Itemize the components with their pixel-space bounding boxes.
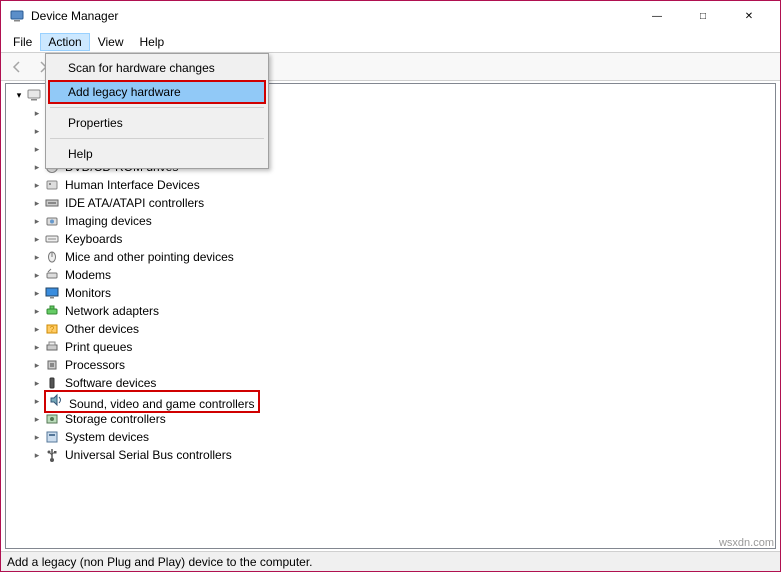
expand-icon[interactable] bbox=[30, 232, 44, 246]
menu-separator bbox=[50, 107, 264, 108]
tree-item-label: Sound, video and game controllers bbox=[67, 396, 256, 412]
expand-icon[interactable] bbox=[30, 178, 44, 192]
tree-item-other[interactable]: ? Other devices bbox=[12, 320, 773, 338]
expand-icon[interactable] bbox=[30, 250, 44, 264]
mouse-icon bbox=[44, 249, 60, 265]
tree-item-label: IDE ATA/ATAPI controllers bbox=[63, 195, 206, 211]
expand-icon[interactable] bbox=[30, 106, 44, 120]
ide-icon bbox=[44, 195, 60, 211]
tree-item-network[interactable]: Network adapters bbox=[12, 302, 773, 320]
maximize-button[interactable]: □ bbox=[680, 1, 726, 31]
tree-item-monitor[interactable]: Monitors bbox=[12, 284, 773, 302]
tree-item-imaging[interactable]: Imaging devices bbox=[12, 212, 773, 230]
window-title: Device Manager bbox=[31, 9, 634, 23]
printer-icon bbox=[44, 339, 60, 355]
tree-item-usb[interactable]: Universal Serial Bus controllers bbox=[12, 446, 773, 464]
tree-item-sound[interactable]: Sound, video and game controllers bbox=[12, 392, 773, 410]
system-icon bbox=[44, 429, 60, 445]
tree-item-label: Other devices bbox=[63, 321, 141, 337]
menubar: File Action View Help bbox=[1, 31, 780, 53]
tree-item-label: Print queues bbox=[63, 339, 134, 355]
tree-item-label: Universal Serial Bus controllers bbox=[63, 447, 234, 463]
tree-item-label: Keyboards bbox=[63, 231, 124, 247]
menu-action[interactable]: Action bbox=[40, 33, 89, 51]
titlebar: Device Manager — □ ✕ bbox=[1, 1, 780, 31]
expand-icon[interactable] bbox=[30, 304, 44, 318]
menu-add-legacy-hardware[interactable]: Add legacy hardware bbox=[48, 80, 266, 104]
expand-icon[interactable] bbox=[30, 196, 44, 210]
action-dropdown: Scan for hardware changes Add legacy har… bbox=[45, 53, 269, 169]
svg-text:?: ? bbox=[50, 325, 55, 334]
expand-icon[interactable] bbox=[30, 124, 44, 138]
menu-view[interactable]: View bbox=[90, 33, 132, 51]
cpu-icon bbox=[44, 357, 60, 373]
highlight-sound: Sound, video and game controllers bbox=[44, 390, 260, 413]
hid-icon bbox=[44, 177, 60, 193]
menu-scan-hardware[interactable]: Scan for hardware changes bbox=[48, 56, 266, 80]
menu-properties[interactable]: Properties bbox=[48, 111, 266, 135]
keyboard-icon bbox=[44, 231, 60, 247]
status-text: Add a legacy (non Plug and Play) device … bbox=[7, 555, 313, 569]
computer-root-icon bbox=[26, 87, 42, 103]
tree-item-label: Modems bbox=[63, 267, 113, 283]
tree-item-ide[interactable]: IDE ATA/ATAPI controllers bbox=[12, 194, 773, 212]
tree-item-keyboard[interactable]: Keyboards bbox=[12, 230, 773, 248]
expand-icon[interactable] bbox=[30, 412, 44, 426]
expand-icon[interactable] bbox=[30, 160, 44, 174]
close-button[interactable]: ✕ bbox=[726, 1, 772, 31]
imaging-icon bbox=[44, 213, 60, 229]
minimize-button[interactable]: — bbox=[634, 1, 680, 31]
tree-item-label: Network adapters bbox=[63, 303, 161, 319]
tree-item-label: Processors bbox=[63, 357, 127, 373]
tree-item-label: Imaging devices bbox=[63, 213, 154, 229]
expand-icon[interactable] bbox=[30, 268, 44, 282]
tree-item-label: Mice and other pointing devices bbox=[63, 249, 236, 265]
menu-file[interactable]: File bbox=[5, 33, 40, 51]
expand-icon[interactable] bbox=[30, 322, 44, 336]
tree-item-cpu[interactable]: Processors bbox=[12, 356, 773, 374]
tree-item-hid[interactable]: Human Interface Devices bbox=[12, 176, 773, 194]
menu-help[interactable]: Help bbox=[132, 33, 173, 51]
monitor-icon bbox=[44, 285, 60, 301]
menu-separator bbox=[50, 138, 264, 139]
tree-item-printer[interactable]: Print queues bbox=[12, 338, 773, 356]
tree-item-mouse[interactable]: Mice and other pointing devices bbox=[12, 248, 773, 266]
expand-icon[interactable] bbox=[30, 394, 44, 408]
statusbar: Add a legacy (non Plug and Play) device … bbox=[1, 551, 780, 571]
app-icon bbox=[9, 8, 25, 24]
back-button[interactable] bbox=[5, 56, 29, 78]
expand-icon[interactable] bbox=[30, 376, 44, 390]
usb-icon bbox=[44, 447, 60, 463]
menu-help[interactable]: Help bbox=[48, 142, 266, 166]
tree-item-label: System devices bbox=[63, 429, 151, 445]
window-controls: — □ ✕ bbox=[634, 1, 772, 31]
tree-item-label: Monitors bbox=[63, 285, 113, 301]
expand-icon[interactable] bbox=[30, 286, 44, 300]
tree-item-label: Human Interface Devices bbox=[63, 177, 202, 193]
expand-icon[interactable] bbox=[30, 448, 44, 462]
expand-icon[interactable] bbox=[30, 214, 44, 228]
tree-item-modem[interactable]: Modems bbox=[12, 266, 773, 284]
network-icon bbox=[44, 303, 60, 319]
expand-icon[interactable] bbox=[30, 358, 44, 372]
modem-icon bbox=[44, 267, 60, 283]
other-icon: ? bbox=[44, 321, 60, 337]
expand-icon[interactable] bbox=[30, 340, 44, 354]
tree-item-storage[interactable]: Storage controllers bbox=[12, 410, 773, 428]
expand-icon[interactable] bbox=[30, 142, 44, 156]
tree-item-label: Storage controllers bbox=[63, 411, 168, 427]
watermark: wsxdn.com bbox=[719, 537, 774, 549]
expand-icon[interactable] bbox=[12, 88, 26, 102]
sound-icon bbox=[48, 392, 64, 408]
tree-item-system[interactable]: System devices bbox=[12, 428, 773, 446]
storage-icon bbox=[44, 411, 60, 427]
expand-icon[interactable] bbox=[30, 430, 44, 444]
